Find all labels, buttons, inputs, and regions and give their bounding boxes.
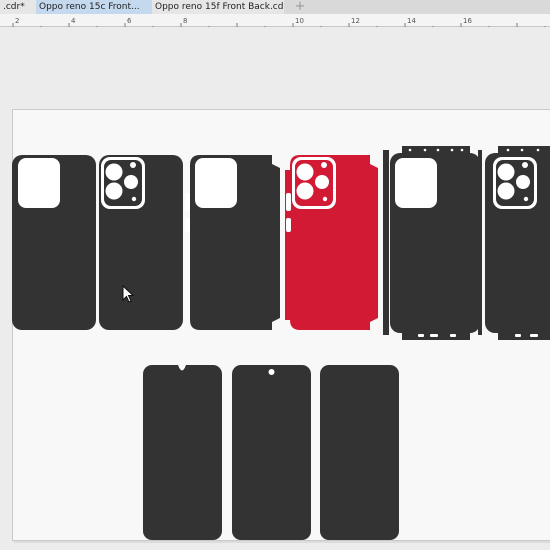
phone-skin-front-plain[interactable] [320,365,399,540]
phone-skin-full-wrap-1[interactable] [383,146,482,340]
phone-skin-wrap-1[interactable] [185,155,280,330]
phone-skin-front-notch[interactable] [143,365,222,540]
phone-skin-back-1[interactable] [12,155,96,330]
mouse-cursor-icon [122,285,135,303]
phone-skin-full-wrap-2[interactable] [485,146,550,340]
phone-skin-wrap-red[interactable] [285,155,378,330]
phone-skin-back-2[interactable] [99,155,183,330]
phone-skin-front-punchhole[interactable] [232,365,311,540]
artwork-layer [12,146,550,540]
